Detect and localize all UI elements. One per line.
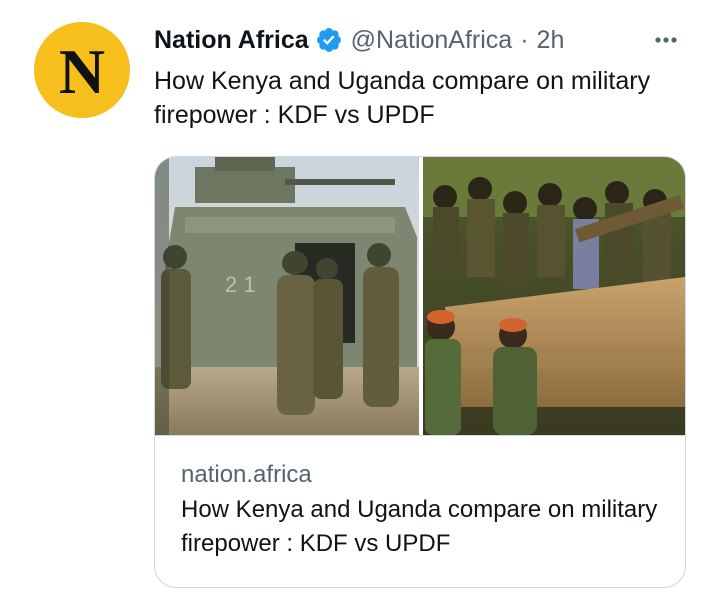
- display-name[interactable]: Nation Africa: [154, 26, 309, 55]
- military-photo-image[interactable]: 2 1: [155, 157, 685, 436]
- tweet-header: Nation Africa @NationAfrica · 2h: [154, 22, 684, 58]
- tweet[interactable]: N Nation Africa @NationAfrica · 2h How K…: [0, 0, 720, 600]
- handle[interactable]: @NationAfrica: [351, 26, 513, 55]
- svg-text:2 1: 2 1: [225, 272, 256, 297]
- verified-badge-icon: [315, 26, 343, 54]
- separator-dot: ·: [520, 25, 529, 54]
- tweet-text: How Kenya and Uganda compare on military…: [154, 67, 651, 129]
- left-photo-kdf: 2 1: [155, 157, 419, 435]
- avatar[interactable]: N: [34, 22, 130, 118]
- card-body: nation.africa How Kenya and Uganda compa…: [181, 459, 665, 561]
- link-card[interactable]: 2 1 nation.africa How Kenya and Uganda c…: [154, 156, 686, 588]
- avatar-logo-letter: N: [58, 36, 106, 107]
- card-title: How Kenya and Uganda compare on military…: [181, 496, 658, 557]
- more-horizontal-icon[interactable]: [648, 24, 684, 56]
- timestamp[interactable]: 2h: [537, 26, 565, 55]
- card-domain: nation.africa: [181, 461, 312, 488]
- right-photo-updf: [423, 157, 685, 435]
